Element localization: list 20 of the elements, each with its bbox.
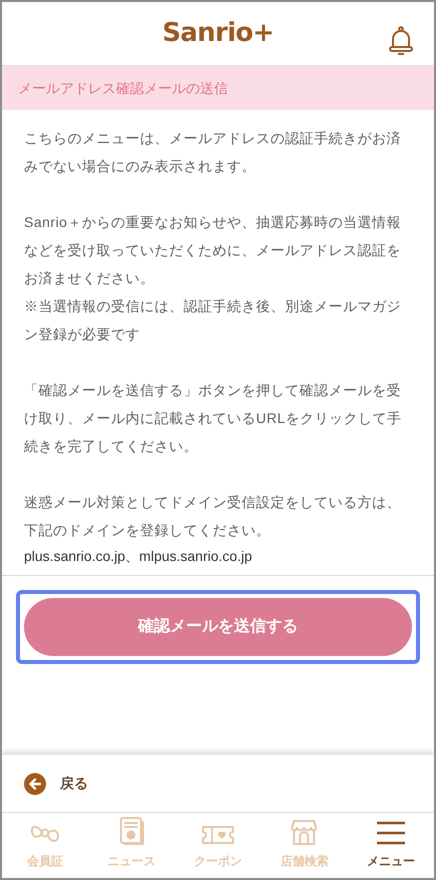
nav-tab[interactable]: 会員証: [2, 813, 88, 878]
menu-icon: [376, 820, 406, 846]
nav-tab[interactable]: 店舗検索: [261, 813, 348, 878]
nav-tab[interactable]: クーポン: [174, 813, 262, 878]
nav-tab[interactable]: ニュース: [88, 813, 175, 878]
banner-title: メールアドレス確認メールの送信: [18, 78, 228, 98]
body-text: Sanrio＋からの重要なお知らせや、抽選応募時の当選情報などを受け取っていただくために、メールアドレス認証をお済ませください。: [24, 213, 402, 288]
body-text: 迷惑メール対策としてドメイン受信設定をしている方は、下記のドメインを登録してください。: [24, 493, 402, 540]
storefront-icon: [289, 818, 320, 846]
domain-text: plus.sanrio.co.jp、mlpus.sanrio.co.jp: [24, 548, 252, 564]
back-button[interactable]: 戻る: [24, 772, 88, 794]
body-text: ※当選情報の受信には、認証手続き後、別途メールマガジン登録が必要です: [24, 297, 402, 344]
body-text: こちらのメニューは、メールアドレスの認証手続きがお済みでない場合にのみ表示されます。: [24, 129, 402, 176]
ticket-icon: [201, 824, 236, 846]
newspaper-icon: [118, 816, 145, 846]
send-email-button[interactable]: 確認メールを送信する: [24, 598, 412, 656]
nav-tab[interactable]: メニュー: [348, 813, 434, 878]
body-text: 「確認メールを送信する」ボタンを押して確認メールを受け取り、メール内に記載されているURLをクリックして手続きを完了してください。: [24, 381, 403, 456]
logo: Sanrio+: [162, 17, 274, 50]
bell-icon[interactable]: [388, 26, 414, 56]
